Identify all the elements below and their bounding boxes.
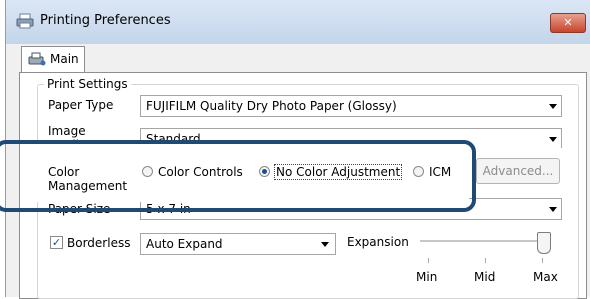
expansion-min-label: Min [416, 270, 438, 284]
paper-type-value: FUJIFILM Quality Dry Photo Paper (Glossy… [146, 99, 397, 113]
print-settings-title: Print Settings [44, 77, 131, 91]
image-quality-label-line1: Image [48, 124, 86, 138]
expansion-max-label: Max [533, 270, 558, 284]
icm-radio[interactable] [413, 166, 424, 177]
paper-size-label: Paper Size [48, 202, 111, 216]
color-controls-label[interactable]: Color Controls [158, 165, 243, 179]
icm-label[interactable]: ICM [429, 165, 451, 179]
expansion-slider-track[interactable] [420, 240, 545, 242]
slider-tick-max [542, 258, 543, 263]
slider-tick-mid [485, 258, 486, 263]
chevron-down-icon [549, 137, 557, 142]
expansion-mid-label: Mid [474, 270, 496, 284]
borderless-label[interactable]: Borderless [67, 236, 130, 250]
color-controls-radio[interactable] [142, 166, 153, 177]
printer-icon [16, 13, 34, 29]
tab-main[interactable]: Main [21, 46, 85, 73]
color-management-label-line2: Management [48, 179, 128, 193]
printer-tab-icon [28, 52, 46, 66]
paper-size-value: 5 x 7 in [146, 202, 191, 216]
chevron-down-icon [549, 104, 557, 109]
slider-tick-min [428, 258, 429, 263]
borderless-mode-value: Auto Expand [146, 237, 223, 251]
no-color-adjustment-radio[interactable] [259, 166, 270, 177]
paper-type-label: Paper Type [48, 98, 114, 112]
expansion-label: Expansion [347, 235, 409, 249]
borderless-mode-dropdown[interactable]: Auto Expand [140, 233, 336, 255]
chevron-down-icon [321, 242, 329, 247]
no-color-adjustment-label[interactable]: No Color Adjustment [273, 164, 403, 180]
chevron-down-icon [549, 207, 557, 212]
advanced-button[interactable]: Advanced... [476, 158, 560, 184]
close-button[interactable]: ✕ [550, 13, 586, 33]
tab-main-label: Main [50, 52, 79, 66]
highlight-backdrop [37, 144, 469, 202]
borderless-checkbox[interactable]: ✓ [50, 236, 63, 249]
paper-type-dropdown[interactable]: FUJIFILM Quality Dry Photo Paper (Glossy… [140, 95, 562, 117]
window-title: Printing Preferences [40, 13, 171, 28]
color-management-label-line1: Color [48, 165, 80, 179]
expansion-slider-thumb[interactable] [537, 232, 551, 254]
title-bar: Printing Preferences ✕ [6, 0, 590, 44]
